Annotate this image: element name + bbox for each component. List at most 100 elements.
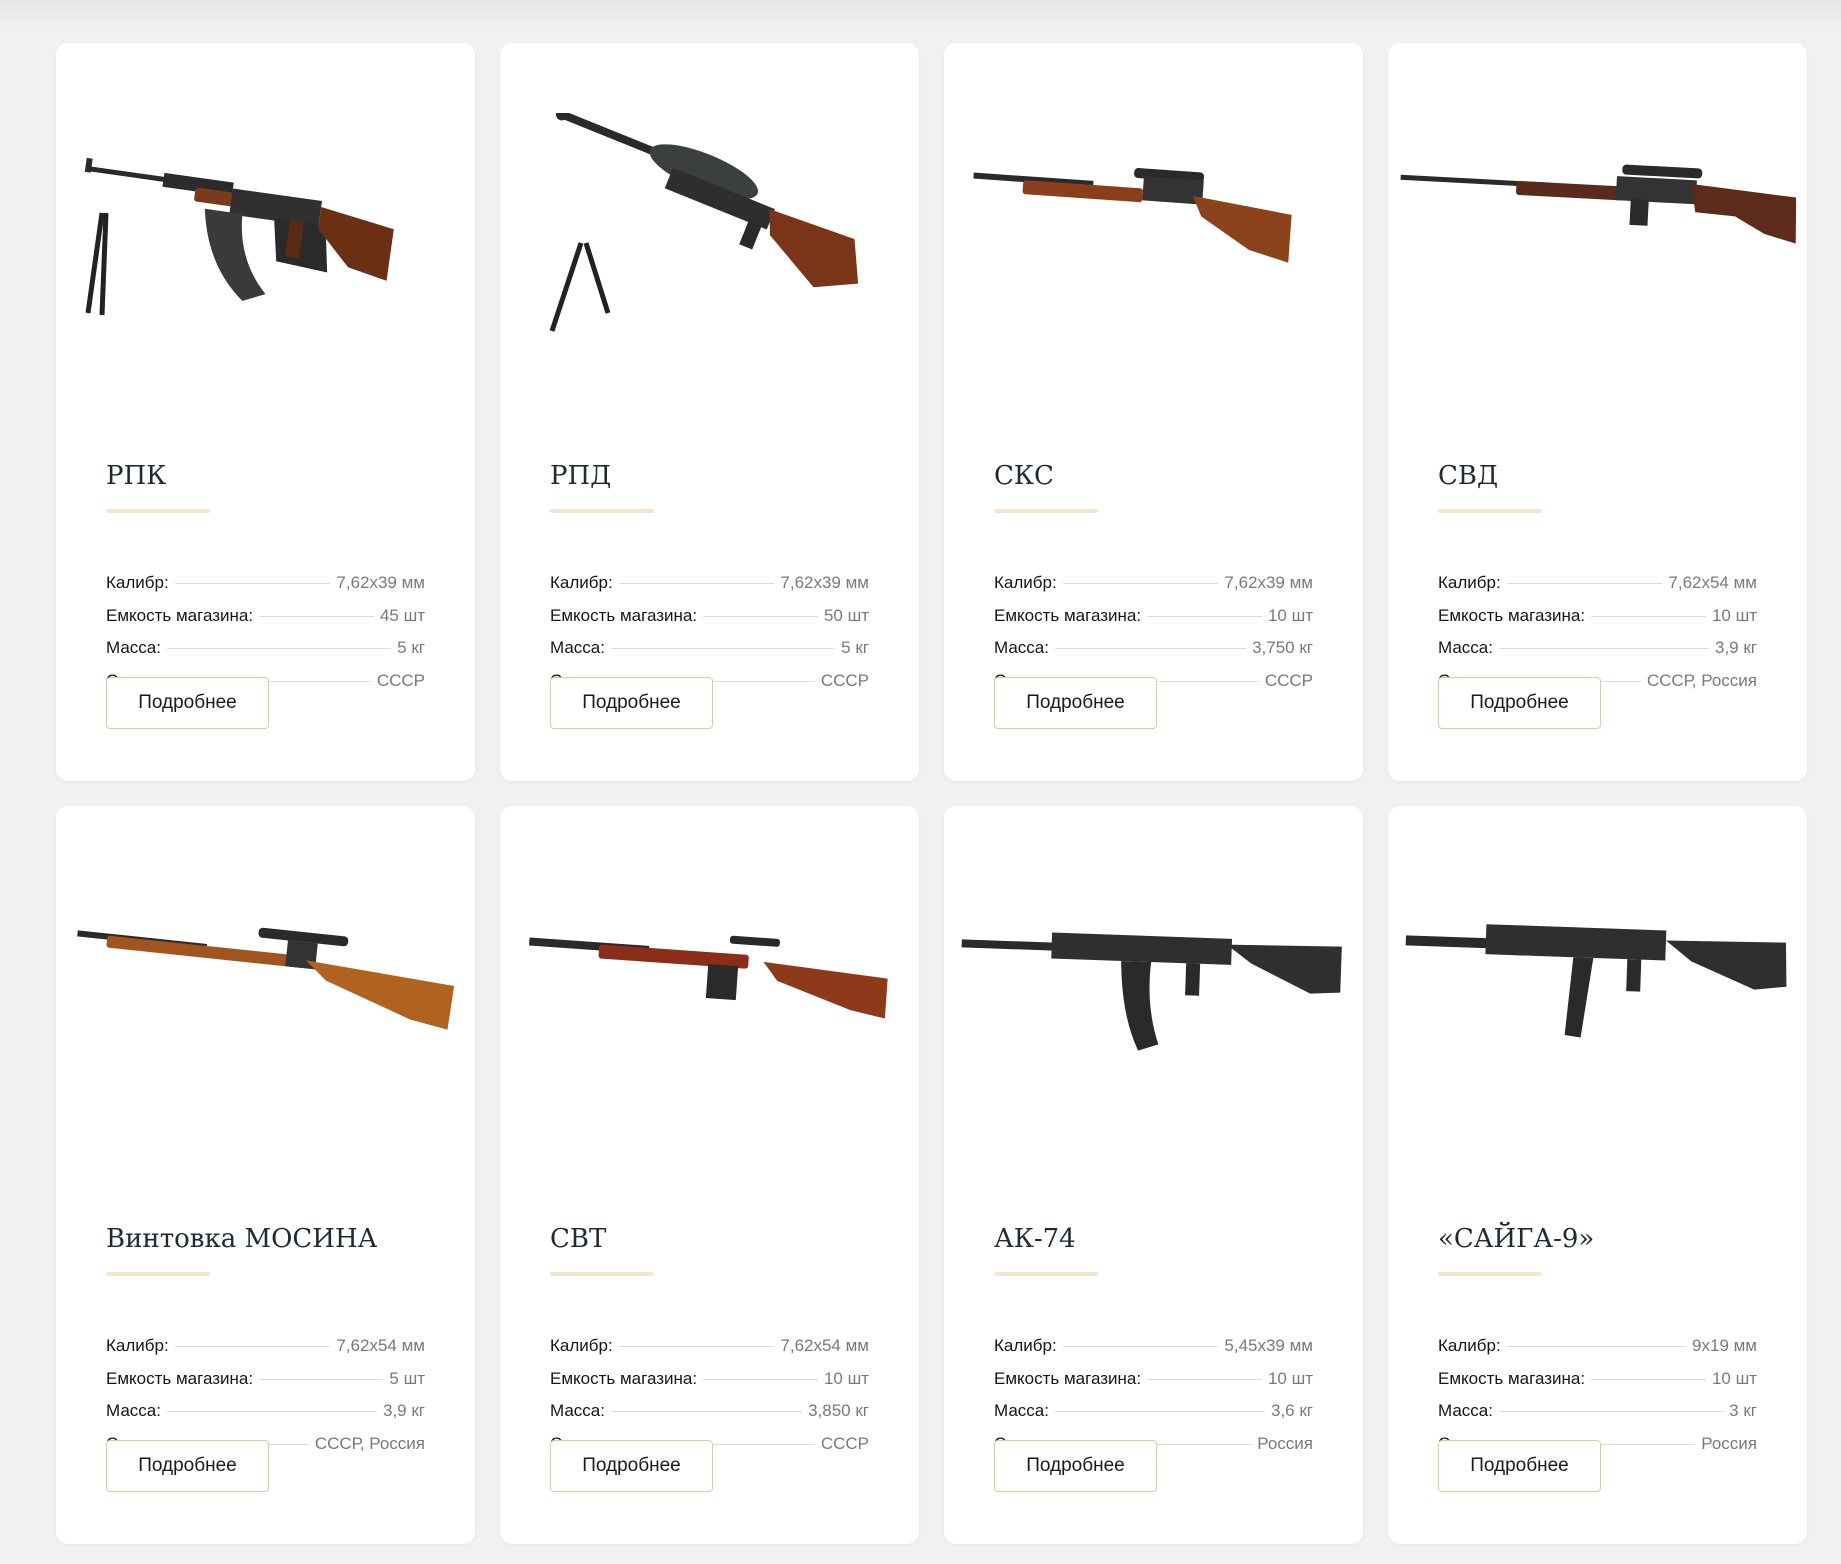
title-underline [550, 509, 654, 513]
spec-leader-line [618, 583, 775, 584]
spec-value: 7,62x54 мм [1668, 573, 1757, 592]
spec-label: Емкость магазина: [106, 605, 254, 625]
spec-label: Калибр: [1438, 1336, 1501, 1355]
spec-row-magazine: Емкость магазина: 5 шт [106, 1369, 425, 1402]
spec-leader-line [1591, 1378, 1706, 1380]
spec-row-caliber: Калибр: 7,62x39 мм [550, 573, 869, 606]
card-title: СВД [1438, 461, 1499, 491]
spec-label: Калибр: [994, 573, 1057, 592]
weapon-card: СКС Калибр: 7,62x39 мм Емкость магазина:… [944, 43, 1363, 781]
spec-row-caliber: Калибр: 7,62x39 мм [994, 573, 1313, 606]
spec-row-mass: Масса: 5 кг [550, 638, 869, 671]
more-details-button[interactable]: Подробнее [106, 1440, 269, 1492]
spec-leader-line [1498, 648, 1709, 649]
spec-value: СССР [1264, 670, 1313, 690]
spec-row-caliber: Калибр: 7,62x54 мм [106, 1336, 425, 1369]
weapon-card: «САЙГА-9» Калибр: 9x19 мм Емкость магази… [1388, 806, 1807, 1544]
more-details-button[interactable]: Подробнее [994, 677, 1157, 729]
spec-value: 5 кг [397, 638, 425, 657]
spec-label: Емкость магазина: [550, 1368, 698, 1388]
title-underline [106, 509, 210, 513]
spec-leader-line [1506, 583, 1663, 584]
spec-row-magazine: Емкость магазина: 10 шт [994, 1369, 1313, 1402]
spec-row-caliber: Калибр: 9x19 мм [1438, 1336, 1757, 1369]
spec-value: СССР [820, 670, 869, 690]
spec-label: Масса: [106, 1401, 161, 1420]
spec-leader-line [1147, 1378, 1262, 1380]
spec-label: Емкость магазина: [1438, 1368, 1586, 1388]
more-details-button[interactable]: Подробнее [106, 677, 269, 729]
spec-label: Масса: [1438, 1401, 1493, 1420]
spec-row-mass: Масса: 3,6 кг [994, 1401, 1313, 1434]
spec-value: 10 шт [1711, 605, 1757, 625]
spec-row-magazine: Емкость магазина: 10 шт [1438, 606, 1757, 639]
title-underline [1438, 1272, 1542, 1276]
title-underline [1438, 509, 1542, 513]
sks-carbine-image [950, 113, 1357, 353]
spec-label: Масса: [106, 638, 161, 657]
title-underline [106, 1272, 210, 1276]
spec-value: 5,45x39 мм [1224, 1336, 1313, 1355]
spec-row-caliber: Калибр: 7,62x54 мм [550, 1336, 869, 1369]
spec-leader-line [1062, 1346, 1219, 1347]
title-underline [994, 509, 1098, 513]
card-title: «САЙГА-9» [1438, 1224, 1595, 1254]
spec-leader-line [610, 1411, 803, 1412]
spec-value: 3,850 кг [808, 1401, 869, 1420]
saiga9-carbine-image [1394, 876, 1801, 1116]
spec-label: Емкость магазина: [1438, 605, 1586, 625]
spec-value: 7,62x39 мм [1224, 573, 1313, 592]
spec-row-mass: Масса: 3,750 кг [994, 638, 1313, 671]
spec-row-caliber: Калибр: 7,62x39 мм [106, 573, 425, 606]
spec-row-caliber: Калибр: 7,62x54 мм [1438, 573, 1757, 606]
spec-leader-line [1147, 615, 1262, 617]
card-title: АК-74 [994, 1224, 1076, 1254]
spec-value: СССР, Россия [314, 1433, 425, 1453]
mosin-rifle-image [62, 876, 469, 1116]
spec-row-mass: Масса: 3,9 кг [1438, 638, 1757, 671]
weapon-card: СВТ Калибр: 7,62x54 мм Емкость магазина:… [500, 806, 919, 1544]
spec-value: СССР [376, 670, 425, 690]
spec-value: 10 шт [823, 1368, 869, 1388]
spec-label: Масса: [994, 1401, 1049, 1420]
more-details-button[interactable]: Подробнее [1438, 1440, 1601, 1492]
spec-value: 5 шт [389, 1368, 425, 1388]
more-details-button[interactable]: Подробнее [1438, 677, 1601, 729]
card-title: РПК [106, 461, 167, 491]
more-details-button[interactable]: Подробнее [550, 677, 713, 729]
spec-label: Калибр: [1438, 573, 1501, 592]
svd-sniper-rifle-image [1394, 113, 1801, 353]
spec-value: 45 шт [379, 605, 425, 625]
spec-leader-line [1506, 1346, 1687, 1347]
spec-value: 50 шт [823, 605, 869, 625]
spec-label: Калибр: [550, 573, 613, 592]
spec-value: 10 шт [1711, 1368, 1757, 1388]
more-details-button[interactable]: Подробнее [550, 1440, 713, 1492]
spec-value: 3 кг [1729, 1401, 1757, 1420]
weapon-card: АК-74 Калибр: 5,45x39 мм Емкость магазин… [944, 806, 1363, 1544]
spec-leader-line [1591, 615, 1706, 617]
spec-value: 3,9 кг [1715, 638, 1757, 657]
spec-value: Россия [1257, 1433, 1313, 1453]
spec-label: Масса: [550, 1401, 605, 1420]
spec-value: 3,6 кг [1271, 1401, 1313, 1420]
spec-value: 7,62x39 мм [780, 573, 869, 592]
spec-row-mass: Масса: 5 кг [106, 638, 425, 671]
spec-value: 5 кг [841, 638, 869, 657]
spec-row-magazine: Емкость магазина: 45 шт [106, 606, 425, 639]
spec-leader-line [259, 1378, 384, 1380]
spec-row-magazine: Емкость магазина: 10 шт [550, 1369, 869, 1402]
more-details-button[interactable]: Подробнее [994, 1440, 1157, 1492]
spec-leader-line [1498, 1411, 1724, 1412]
spec-leader-line [618, 1346, 775, 1347]
spec-value: 9x19 мм [1692, 1336, 1757, 1355]
card-title: СВТ [550, 1224, 607, 1254]
spec-leader-line [703, 615, 818, 617]
spec-value: 3,750 кг [1252, 638, 1313, 657]
spec-leader-line [1062, 583, 1219, 584]
spec-label: Емкость магазина: [994, 1368, 1142, 1388]
ak74-rifle-image [950, 876, 1357, 1116]
spec-row-magazine: Емкость магазина: 10 шт [1438, 1369, 1757, 1402]
rpd-machine-gun-image [506, 113, 913, 353]
weapon-card: Винтовка МОСИНА Калибр: 7,62x54 мм Емкос… [56, 806, 475, 1544]
